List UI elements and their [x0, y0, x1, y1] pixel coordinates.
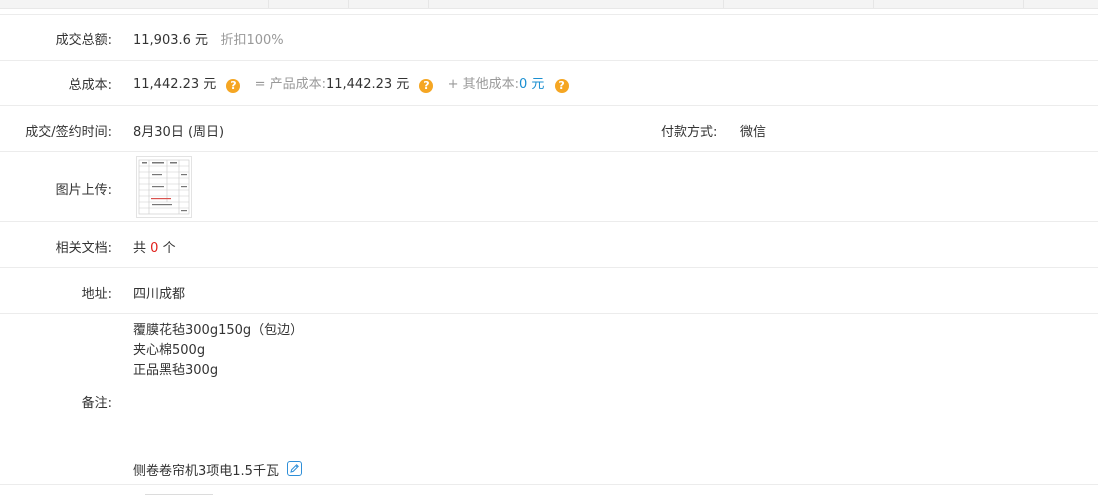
top-toolbar-strip — [0, 0, 1098, 9]
image-upload-row: 图片上传: — [0, 152, 1098, 222]
remarks-row: 备注: 覆膜花毡300g150g（包边） 夹心棉500g 正品黑毡300g 侧卷… — [0, 314, 1098, 485]
discount-text: 折扣100% — [220, 33, 284, 48]
uploaded-image-thumbnail[interactable] — [136, 156, 192, 218]
remarks-text: 覆膜花毡300g150g（包边） 夹心棉500g 正品黑毡300g — [133, 321, 303, 381]
remarks-label: 备注: — [81, 396, 112, 411]
documents-label: 相关文档: — [55, 241, 112, 256]
product-cost-label: = 产品成本: — [254, 77, 326, 92]
documents-count-group: 共 0 个 — [133, 237, 176, 256]
sign-time-value: 8月30日 (周日) — [133, 125, 225, 140]
pencil-edit-icon[interactable] — [287, 461, 302, 476]
documents-count[interactable]: 0 — [150, 241, 158, 256]
deal-total-row: 成交总额: 11,903.6 元 折扣100% — [0, 14, 1098, 61]
remarks-line: 正品黑毡300g — [133, 363, 219, 378]
remarks-last-line: 侧卷卷帘机3项电1.5千瓦 — [133, 464, 279, 479]
deal-total-value-group: 11,903.6 元 折扣100% — [133, 29, 284, 48]
remarks-line: 夹心棉500g — [133, 343, 206, 358]
address-label: 地址: — [81, 287, 112, 302]
total-cost-label: 总成本: — [68, 78, 112, 93]
sign-time-row: 成交/签约时间: 8月30日 (周日) 付款方式: 微信 — [0, 106, 1098, 152]
remarks-line: 覆膜花毡300g150g（包边） — [133, 323, 304, 338]
deal-total-amount: 11,903.6 元 — [133, 33, 209, 48]
sign-time-label: 成交/签约时间: — [25, 125, 112, 140]
image-upload-label: 图片上传: — [55, 183, 112, 198]
total-cost-amount: 11,442.23 元 — [133, 77, 217, 92]
address-value: 四川成都 — [133, 287, 186, 302]
document-scan-icon — [137, 157, 191, 217]
total-cost-row: 总成本: 11,442.23 元 ? = 产品成本:11,442.23 元 ? … — [0, 60, 1098, 106]
documents-row: 相关文档: 共 0 个 — [0, 222, 1098, 268]
deal-total-label: 成交总额: — [55, 33, 112, 48]
documents-suffix: 个 — [162, 241, 176, 256]
total-cost-value-group: 11,442.23 元 ? = 产品成本:11,442.23 元 ? + 其他成… — [133, 73, 569, 93]
question-circle-icon[interactable]: ? — [226, 79, 241, 93]
payment-value: 微信 — [740, 125, 767, 140]
question-circle-icon[interactable]: ? — [554, 79, 569, 93]
question-circle-icon[interactable]: ? — [419, 79, 434, 93]
next-field-edge — [145, 494, 213, 498]
other-cost-amount-link[interactable]: 0 元 — [519, 77, 544, 92]
product-cost-amount: 11,442.23 元 — [325, 77, 410, 92]
other-cost-label: + 其他成本: — [447, 77, 519, 92]
documents-prefix: 共 — [133, 241, 147, 256]
payment-label: 付款方式: — [661, 125, 718, 140]
address-row: 地址: 四川成都 — [0, 268, 1098, 314]
